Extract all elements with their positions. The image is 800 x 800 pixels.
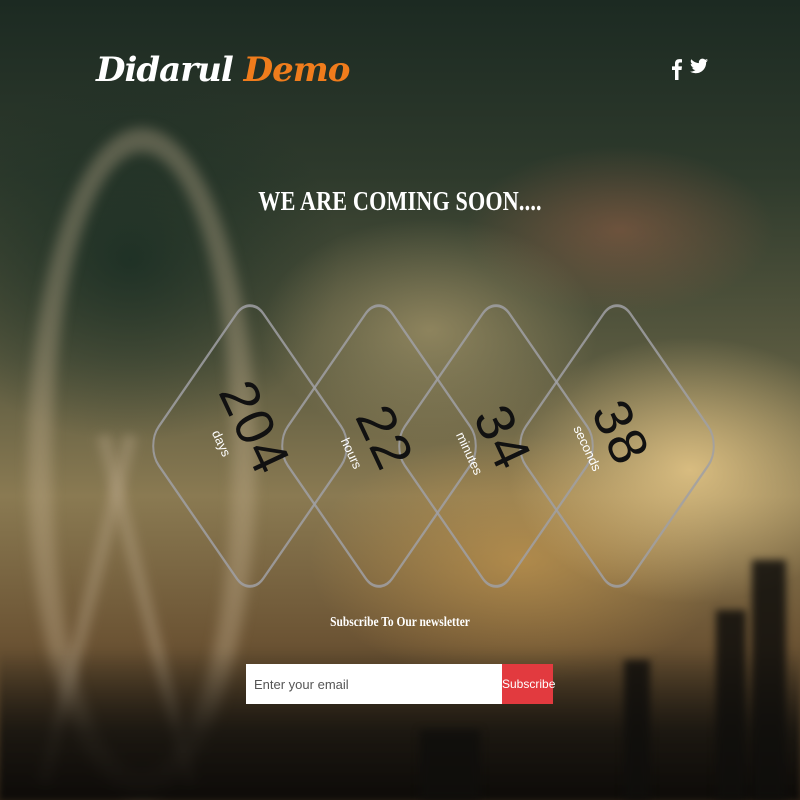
newsletter-heading: Subscribe To Our newsletter (330, 615, 470, 630)
email-input[interactable] (246, 664, 502, 704)
subscribe-button[interactable]: Subscribe (502, 664, 555, 704)
